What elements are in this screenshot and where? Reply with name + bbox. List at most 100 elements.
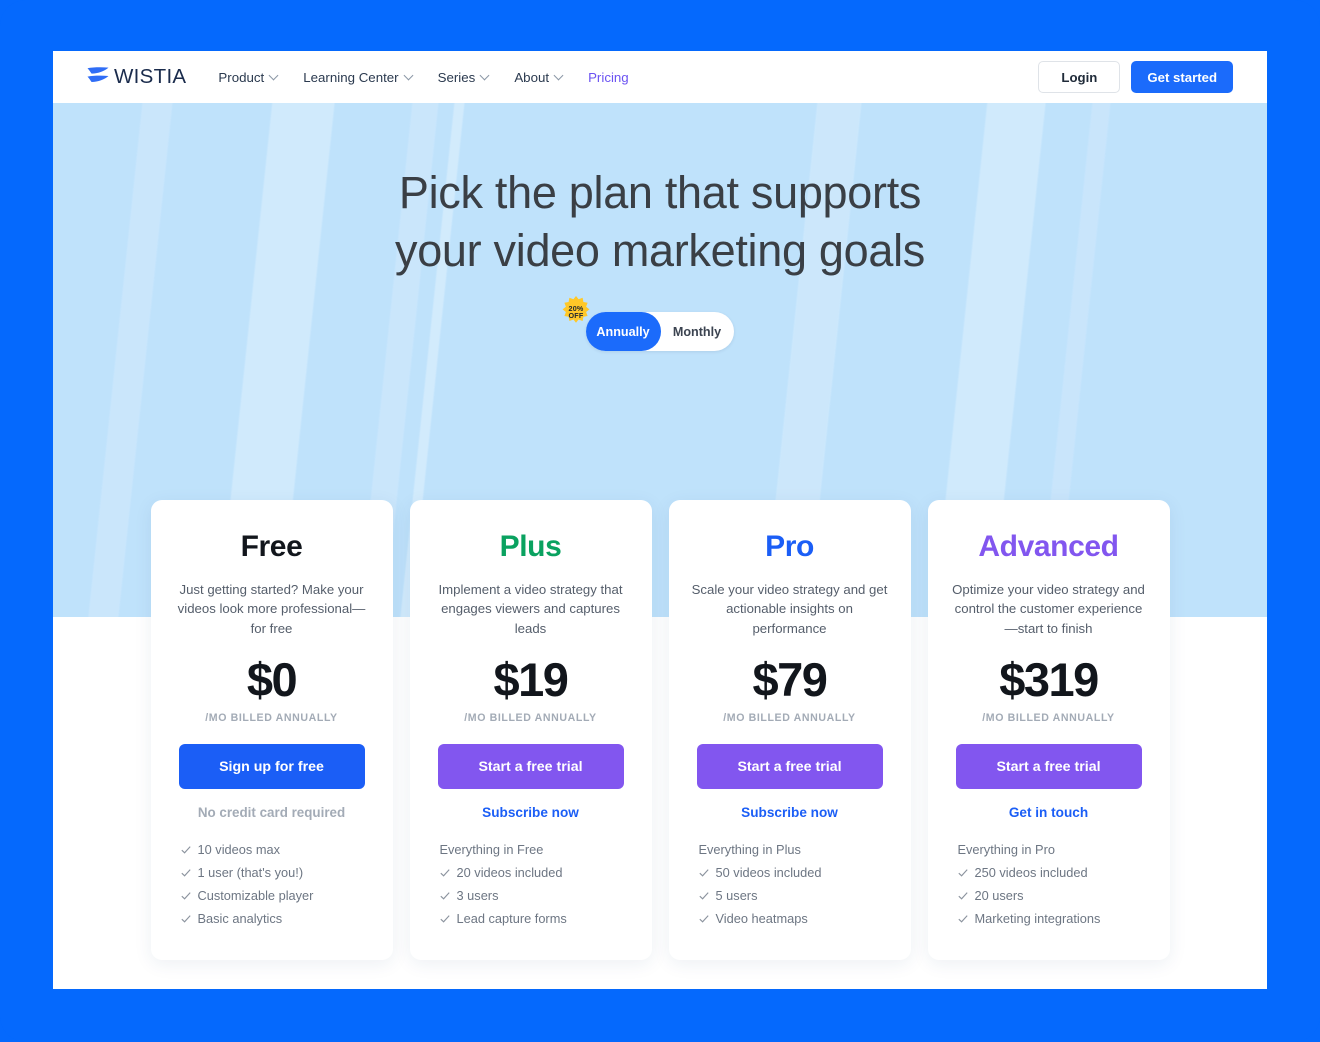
check-icon xyxy=(180,891,191,901)
nav-item-pricing-label: Pricing xyxy=(588,69,629,85)
feature-label: Lead capture forms xyxy=(456,911,567,927)
plan-period-advanced: /MO BILLED ANNUALLY xyxy=(982,712,1115,725)
check-icon xyxy=(439,868,450,878)
discount-badge-off: OFF xyxy=(568,311,584,321)
feature-item: 20 users xyxy=(957,888,1148,904)
nav-item-about-label: About xyxy=(514,69,550,85)
plan-price-free: $0 xyxy=(246,653,298,707)
plan-description-advanced: Optimize your video strategy and control… xyxy=(952,582,1145,636)
pricing-card-free: Free Just getting started? Make your vid… xyxy=(150,500,393,961)
feature-item: 50 videos included xyxy=(698,865,889,881)
feature-label: Basic analytics xyxy=(197,911,283,927)
check-icon xyxy=(957,891,968,901)
wistia-wordmark: WISTIA xyxy=(114,65,187,88)
feature-label: Video heatmaps xyxy=(715,911,808,927)
check-icon xyxy=(180,914,191,924)
nav-item-learning-center-label: Learning Center xyxy=(303,69,399,85)
check-icon xyxy=(957,914,968,924)
feature-label: 3 users xyxy=(456,888,499,904)
subscribe-link-plus[interactable]: Subscribe now xyxy=(482,805,579,820)
nav-item-product[interactable]: Product xyxy=(218,69,279,85)
discount-badge-percent: 20% xyxy=(568,303,584,313)
plan-price-pro: $79 xyxy=(752,653,828,707)
contact-link-advanced[interactable]: Get in touch xyxy=(1009,805,1088,820)
check-icon xyxy=(957,868,968,878)
toggle-option-annually[interactable]: Annually xyxy=(586,312,660,351)
feature-item: 250 videos included xyxy=(957,865,1148,881)
plan-description-plus: Implement a video strategy that engages … xyxy=(438,582,623,636)
feature-item: 20 videos included xyxy=(439,865,630,881)
feature-label: 50 videos included xyxy=(715,865,822,881)
primary-nav-links: Product Learning Center Series About Pri… xyxy=(218,70,628,85)
cta-button-pro[interactable]: Start a free trial xyxy=(696,744,883,790)
check-icon xyxy=(439,891,450,901)
chevron-down-icon xyxy=(553,70,564,80)
get-started-button[interactable]: Get started xyxy=(1131,61,1233,93)
nav-item-learning-center[interactable]: Learning Center xyxy=(303,69,414,85)
feature-inherit-label-plus: Everything in Free xyxy=(439,842,544,858)
page-title: Pick the plan that supports your video m… xyxy=(53,103,1267,279)
feature-item: 3 users xyxy=(439,888,630,904)
check-icon xyxy=(439,914,450,924)
feature-item: 10 videos max xyxy=(180,842,371,858)
pricing-card-plus: Plus Implement a video strategy that eng… xyxy=(409,500,652,961)
feature-item: Basic analytics xyxy=(180,911,371,927)
nav-item-about[interactable]: About xyxy=(514,69,564,85)
plan-description-free: Just getting started? Make your videos l… xyxy=(177,582,366,636)
feature-label: 20 videos included xyxy=(456,865,563,881)
toggle-option-monthly[interactable]: Monthly xyxy=(660,312,734,351)
cta-button-free[interactable]: Sign up for free xyxy=(178,744,365,790)
feature-label: 20 users xyxy=(974,888,1024,904)
feature-item: Customizable player xyxy=(180,888,371,904)
login-button[interactable]: Login xyxy=(1038,61,1121,93)
nav-item-series[interactable]: Series xyxy=(437,69,490,85)
feature-inherit-label-advanced: Everything in Pro xyxy=(957,842,1055,858)
feature-item: 1 user (that's you!) xyxy=(180,865,371,881)
feature-item: Marketing integrations xyxy=(957,911,1148,927)
subscribe-link-pro[interactable]: Subscribe now xyxy=(741,805,838,820)
plan-price-advanced: $319 xyxy=(999,653,1099,707)
feature-label: 5 users xyxy=(715,888,758,904)
plan-period-pro: /MO BILLED ANNUALLY xyxy=(723,712,856,725)
plan-period-plus: /MO BILLED ANNUALLY xyxy=(464,712,597,725)
feature-list-advanced: Everything in Pro 250 videos included 20… xyxy=(950,842,1148,934)
check-icon xyxy=(180,868,191,878)
check-icon xyxy=(698,868,709,878)
wistia-wing-icon xyxy=(86,65,110,90)
check-icon xyxy=(698,891,709,901)
pricing-cards-container: Free Just getting started? Make your vid… xyxy=(53,500,1267,961)
plan-name-free: Free xyxy=(240,530,303,563)
cta-button-advanced[interactable]: Start a free trial xyxy=(955,744,1142,790)
nav-item-product-label: Product xyxy=(218,69,265,85)
feature-item: 5 users xyxy=(698,888,889,904)
billing-period-toggle-wrapper: 20% OFF Annually Monthly xyxy=(562,296,734,352)
top-navigation-bar: WISTIA Product Learning Center Series Ab… xyxy=(53,51,1267,103)
chevron-down-icon xyxy=(403,70,414,80)
feature-item: Lead capture forms xyxy=(439,911,630,927)
cta-button-plus[interactable]: Start a free trial xyxy=(437,744,624,790)
feature-list-free: 10 videos max 1 user (that's you!) Custo… xyxy=(173,842,371,934)
wistia-logo[interactable]: WISTIA xyxy=(86,65,186,90)
feature-label: 250 videos included xyxy=(974,865,1088,881)
page-title-line-2: your video marketing goals xyxy=(395,224,925,276)
check-icon xyxy=(698,914,709,924)
feature-label: 1 user (that's you!) xyxy=(197,865,304,881)
chevron-down-icon xyxy=(479,70,490,80)
plan-price-plus: $19 xyxy=(493,653,569,707)
feature-label: Customizable player xyxy=(197,888,314,904)
plan-name-pro: Pro xyxy=(765,530,814,563)
plan-period-free: /MO BILLED ANNUALLY xyxy=(205,712,338,725)
nav-item-series-label: Series xyxy=(437,69,476,85)
check-icon xyxy=(180,845,191,855)
billing-period-toggle[interactable]: Annually Monthly xyxy=(586,312,734,352)
nav-item-pricing[interactable]: Pricing xyxy=(588,70,629,85)
browser-frame: WISTIA Product Learning Center Series Ab… xyxy=(0,0,1320,1042)
feature-list-plus: Everything in Free 20 videos included 3 … xyxy=(432,842,630,934)
pricing-card-advanced: Advanced Optimize your video strategy an… xyxy=(927,500,1170,961)
nav-actions: Login Get started xyxy=(1038,61,1233,93)
feature-item: Video heatmaps xyxy=(698,911,889,927)
feature-label: 10 videos max xyxy=(197,842,281,858)
plan-name-plus: Plus xyxy=(499,530,562,563)
plan-note-free: No credit card required xyxy=(197,805,346,821)
feature-label: Marketing integrations xyxy=(974,911,1101,927)
